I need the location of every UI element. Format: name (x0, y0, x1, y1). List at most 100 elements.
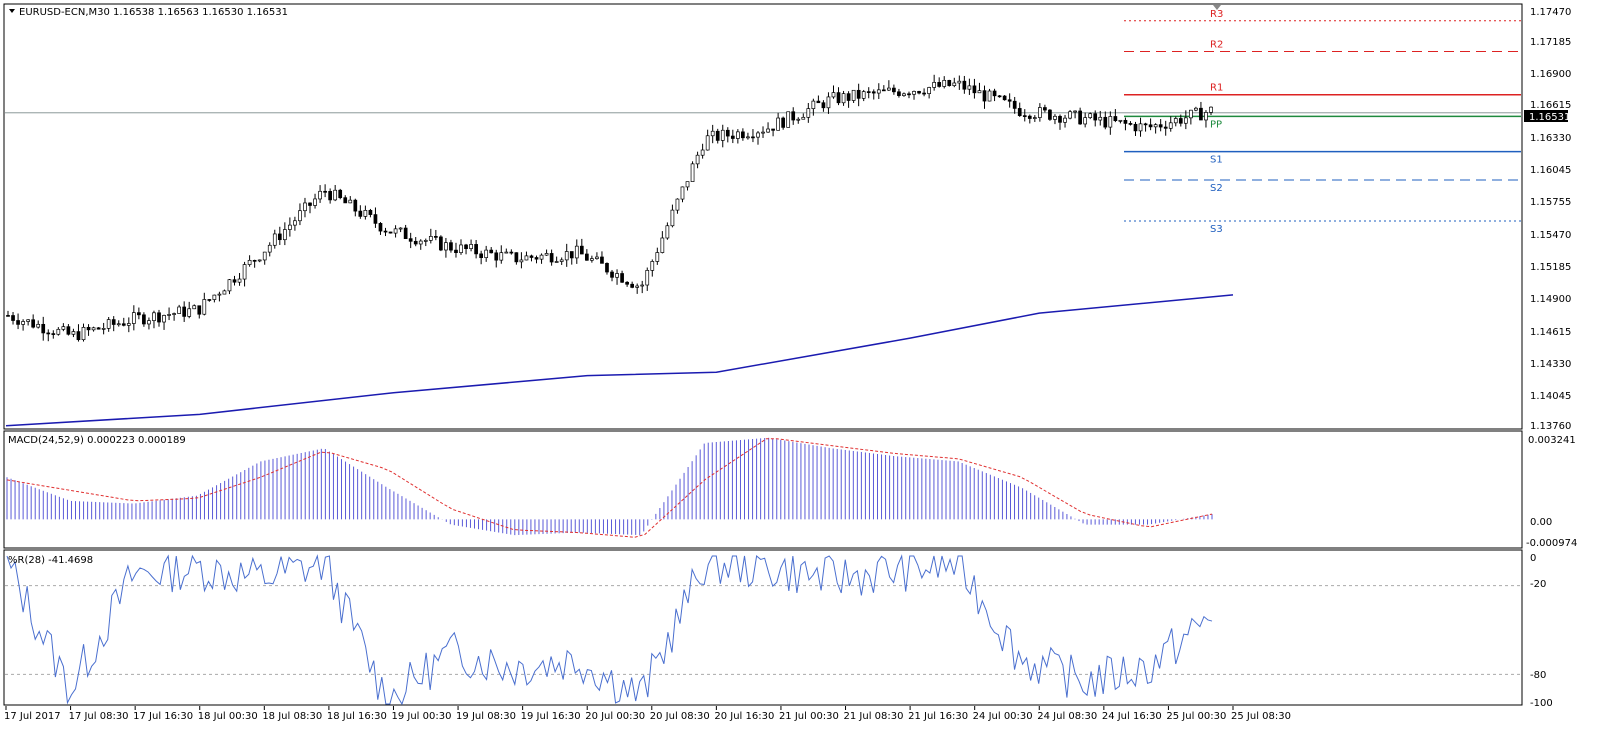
candle-bear (308, 202, 312, 206)
candle-bull (242, 264, 247, 280)
candle-bear (881, 89, 886, 92)
candle-bull (282, 229, 287, 241)
candle-bear (358, 210, 363, 217)
candle-bear (489, 249, 494, 254)
time-axis: 17 Jul 2017 17 Jul 08:30 17 Jul 16:30 18 Ju… (4, 706, 1291, 722)
candle-bear (46, 332, 51, 335)
candle-bull (650, 261, 655, 271)
candle-bear (51, 333, 56, 335)
candle-bear (454, 249, 458, 253)
current-price-label: 1.16531 (1529, 112, 1570, 123)
candle-bull (595, 256, 599, 259)
candle-bear (579, 245, 584, 255)
candle-bull (1038, 107, 1042, 118)
price-tick: 1.13760 (1530, 421, 1571, 432)
candle-bear (343, 197, 348, 204)
candle-bear (1022, 115, 1027, 117)
candle-bull (1204, 112, 1208, 121)
candle-bear (620, 273, 624, 283)
candle-bear (388, 231, 393, 234)
candle-bear (1103, 116, 1108, 128)
candle-bear (11, 315, 15, 321)
price-tick: 1.15755 (1530, 197, 1571, 208)
candle-bear (338, 189, 343, 199)
candle-bull (1083, 117, 1088, 125)
price-axis: 1.17470 1.17185 1.16900 1.16615 1.16330 … (1530, 7, 1571, 432)
candle-bear (323, 190, 327, 193)
candle-bear (137, 312, 141, 316)
candle-bull (695, 154, 700, 165)
candle-bull (257, 259, 262, 262)
candle-bear (625, 281, 629, 285)
candle-bear (1113, 116, 1118, 121)
time-label: 25 Jul 00:30 (1166, 711, 1226, 722)
candle-bull (217, 293, 222, 296)
wpr-pane-frame (3, 549, 1523, 706)
candle-bull (26, 319, 30, 322)
candle-bull (272, 233, 277, 246)
candle-bull (680, 186, 685, 200)
pivot-label-r1: R1 (1210, 83, 1223, 94)
time-label: 20 Jul 08:30 (650, 711, 710, 722)
candle-bull (1073, 110, 1077, 113)
candle-bull (766, 128, 770, 133)
candle-bear (6, 315, 10, 317)
candle-bull (172, 313, 176, 315)
candle-bull (428, 236, 433, 241)
candle-bear (157, 312, 161, 323)
candle-bull (655, 252, 660, 262)
candle-bull (262, 251, 267, 261)
time-label: 18 Jul 08:30 (262, 711, 322, 722)
candle-bear (741, 131, 745, 139)
time-label: 21 Jul 16:30 (908, 711, 968, 722)
candle-bear (917, 91, 921, 94)
candle-bull (1194, 107, 1198, 111)
candle-bear (479, 253, 483, 259)
candle-bull (705, 135, 710, 151)
candle-bear (277, 233, 282, 241)
candle-bull (71, 331, 76, 335)
candle-bull (675, 198, 680, 211)
candle-bear (413, 240, 418, 245)
candle-bull (247, 259, 252, 265)
candle-bear (96, 327, 101, 330)
time-label: 18 Jul 00:30 (198, 711, 258, 722)
candle-bear (962, 80, 967, 90)
candle-bear (1133, 123, 1138, 132)
candle-bear (821, 102, 826, 109)
candle-bear (1043, 107, 1047, 111)
price-tick: 1.16900 (1530, 69, 1571, 80)
candle-bull (1189, 109, 1193, 119)
candle-bull (1088, 113, 1093, 118)
candle-bull (81, 326, 86, 341)
candle-bull (831, 92, 836, 98)
candle-bear (1048, 109, 1052, 120)
candle-bull (806, 108, 811, 118)
candle-bull (1183, 117, 1188, 124)
candle-bull (1173, 118, 1178, 124)
macd-axis-zero: 0.00 (1530, 517, 1552, 528)
candle-bear (836, 92, 841, 104)
price-header: EURUSD-ECN,M30 1.16538 1.16563 1.16530 1… (19, 7, 288, 18)
candle-bull (126, 323, 131, 326)
candle-bull (977, 90, 982, 94)
candle-bull (640, 284, 645, 287)
candle-bull (61, 326, 66, 330)
candle-bull (786, 111, 791, 128)
pivot-label-s3: S3 (1210, 224, 1223, 235)
candle-bull (670, 209, 675, 227)
pivot-label-s2: S2 (1210, 183, 1223, 194)
time-label: 17 Jul 08:30 (69, 711, 129, 722)
candle-bull (423, 240, 428, 242)
pivot-label-r2: R2 (1210, 39, 1223, 50)
candle-bear (1143, 123, 1148, 126)
wpr-axis-100: -100 (1530, 698, 1553, 709)
candle-bull (1032, 117, 1037, 119)
candle-bear (1002, 95, 1007, 101)
candle-bull (710, 130, 715, 137)
candle-bear (1017, 108, 1022, 116)
candle-bull (313, 198, 317, 206)
candle-bull (776, 117, 780, 131)
candle-bull (1098, 116, 1103, 121)
candle-bull (635, 285, 640, 288)
